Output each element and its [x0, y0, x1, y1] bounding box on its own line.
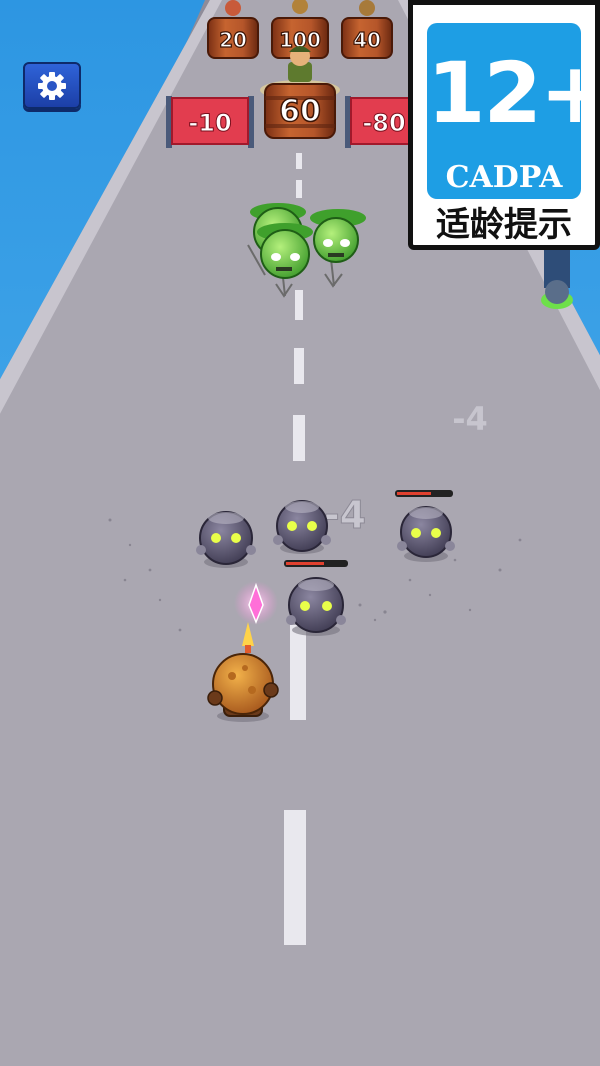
damage-popup: -4: [324, 493, 366, 537]
pink-crystal-projectile: [234, 581, 278, 625]
age-rating-caption: 适龄提示: [436, 205, 572, 245]
age-rating-panel: 12+ CADPA: [427, 23, 581, 199]
soldier-figure: [288, 46, 312, 82]
age-rating-badge: 12+ CADPA 适龄提示: [408, 0, 600, 250]
damage-popup: -4: [452, 400, 488, 438]
gate-label: -10: [188, 109, 231, 137]
barrel-label: 60: [279, 94, 321, 129]
gate-minus-80: -80: [345, 96, 412, 148]
gate-minus-10: -10: [166, 96, 254, 148]
barrel-label: 40: [353, 28, 381, 52]
settings-button[interactable]: [23, 62, 81, 109]
barrel-40: 40: [341, 17, 393, 59]
barrel-label: 20: [219, 28, 247, 52]
gear-icon: [38, 71, 66, 100]
barrel-20: 20: [207, 17, 259, 59]
age-rating-number: 12+: [427, 44, 581, 142]
gate-label: -80: [362, 109, 405, 137]
age-rating-org: CADPA: [445, 160, 563, 195]
soldier-right-edge: [541, 248, 573, 309]
